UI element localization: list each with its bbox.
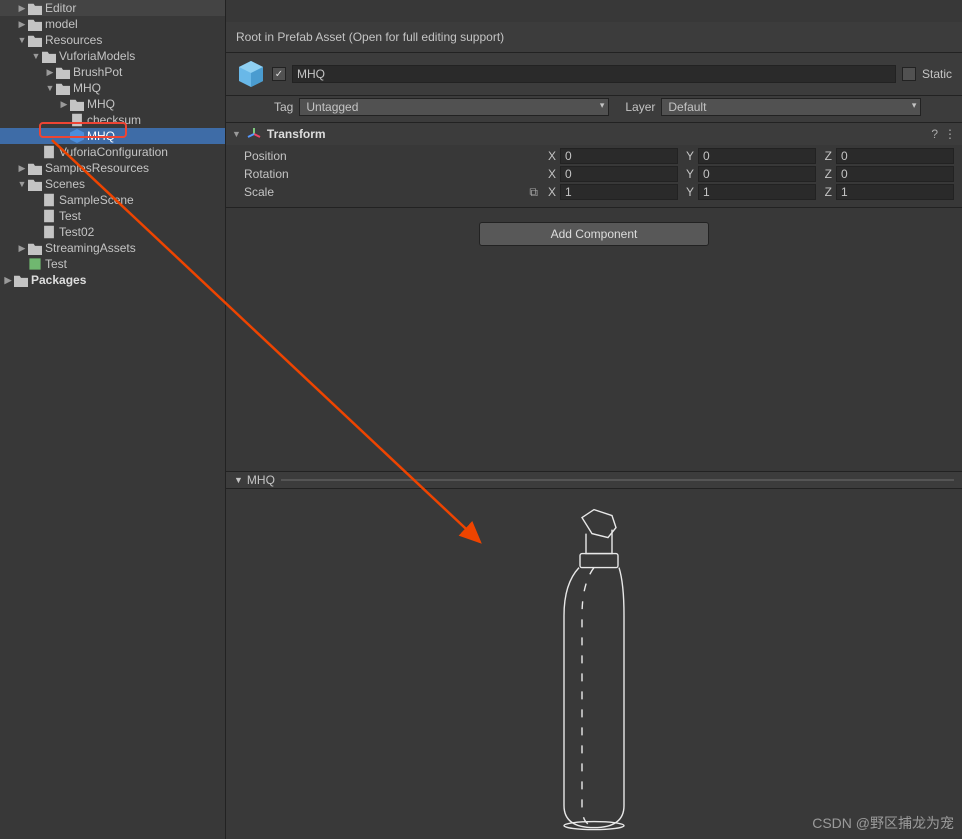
tree-label: Resources [45, 32, 102, 48]
position-y-field[interactable] [698, 148, 816, 164]
component-menu-icon[interactable]: ⋮ [944, 127, 956, 141]
tree-label: Scenes [45, 176, 85, 192]
tree-label: SamplesResources [45, 160, 149, 176]
scale-y-field[interactable] [698, 184, 816, 200]
tree-label: VuforiaConfiguration [59, 144, 168, 160]
tree-label: MHQ [87, 128, 115, 144]
folder-icon [14, 273, 28, 287]
tag-layer-row: Tag Untagged Layer Default [226, 96, 962, 123]
tree-item-mhq-prefab[interactable]: MHQ [0, 128, 225, 144]
scene-icon [42, 225, 56, 239]
transform-component: ▼ Transform ? ⋮ Position X Y Z [226, 123, 962, 208]
tree-label: Editor [45, 0, 76, 16]
position-row: Position X Y Z [226, 147, 962, 165]
active-checkbox[interactable]: ✓ [272, 67, 286, 81]
tree-item-test-asset[interactable]: Test [0, 256, 225, 272]
tree-item-brushpot[interactable]: ▶BrushPot [0, 64, 225, 80]
prefab-banner[interactable]: Root in Prefab Asset (Open for full edit… [226, 22, 962, 53]
tree-label: Test [45, 256, 67, 272]
bottle-wireframe-icon [534, 506, 654, 836]
tree-item-test-scene[interactable]: Test [0, 208, 225, 224]
scene-icon [42, 209, 56, 223]
tree-item-editor[interactable]: ▶Editor [0, 0, 225, 16]
transform-title: Transform [267, 127, 925, 141]
tree-item-samplescene[interactable]: SampleScene [0, 192, 225, 208]
tree-item-mhq-subfolder[interactable]: ▶MHQ [0, 96, 225, 112]
tree-label: SampleScene [59, 192, 134, 208]
tree-item-resources[interactable]: ▼Resources [0, 32, 225, 48]
add-component-button[interactable]: Add Component [479, 222, 709, 246]
tree-item-vuforiaconfig[interactable]: VuforiaConfiguration [0, 144, 225, 160]
tree-item-checksum[interactable]: checksum [0, 112, 225, 128]
tag-dropdown[interactable]: Untagged [299, 98, 609, 116]
tree-item-test02-scene[interactable]: Test02 [0, 224, 225, 240]
tree-label: StreamingAssets [45, 240, 136, 256]
tree-item-streamingassets[interactable]: ▶StreamingAssets [0, 240, 225, 256]
position-x-field[interactable] [560, 148, 678, 164]
position-z-field[interactable] [836, 148, 954, 164]
tree-label: model [45, 16, 78, 32]
project-tree[interactable]: ▶Editor ▶model ▼Resources ▼VuforiaModels… [0, 0, 226, 839]
file-icon [70, 113, 84, 127]
rotation-z-field[interactable] [836, 166, 954, 182]
static-label: Static [922, 67, 952, 81]
position-label: Position [244, 149, 374, 163]
scene-icon [42, 193, 56, 207]
tree-label: MHQ [87, 96, 115, 112]
folder-icon [42, 49, 56, 63]
tree-item-mhq-folder[interactable]: ▼MHQ [0, 80, 225, 96]
transform-icon [247, 127, 261, 141]
folder-icon [28, 161, 42, 175]
tree-label: Test [59, 208, 81, 224]
tree-label: Test02 [59, 224, 94, 240]
folder-icon [28, 33, 42, 47]
tree-item-scenes[interactable]: ▼Scenes [0, 176, 225, 192]
scale-row: Scale ⧉ X Y Z [226, 183, 962, 201]
tag-label: Tag [274, 100, 293, 114]
prefab-cube-icon [236, 59, 266, 89]
expand-arrow-icon: ▼ [232, 129, 241, 139]
transform-header[interactable]: ▼ Transform ? ⋮ [226, 123, 962, 145]
scale-x-field[interactable] [560, 184, 678, 200]
constrain-proportions-icon[interactable]: ⧉ [522, 185, 538, 200]
scale-z-field[interactable] [836, 184, 954, 200]
expand-arrow-icon: ▼ [234, 475, 243, 485]
rotation-row: Rotation X Y Z [226, 165, 962, 183]
prefab-icon [70, 129, 84, 143]
model-preview[interactable] [226, 489, 962, 839]
tree-item-packages[interactable]: ▶Packages [0, 272, 225, 288]
scale-label: Scale [244, 185, 374, 199]
tree-item-vuforiamodels[interactable]: ▼VuforiaModels [0, 48, 225, 64]
gameobject-name-field[interactable] [292, 65, 896, 83]
help-icon[interactable]: ? [931, 127, 938, 141]
tree-item-model[interactable]: ▶model [0, 16, 225, 32]
tree-label: VuforiaModels [59, 48, 135, 64]
divider [281, 479, 954, 481]
layer-label: Layer [625, 100, 655, 114]
rotation-label: Rotation [244, 167, 374, 181]
folder-icon [28, 17, 42, 31]
asset-icon [28, 257, 42, 271]
tree-label: Packages [31, 272, 86, 288]
folder-icon [56, 81, 70, 95]
rotation-y-field[interactable] [698, 166, 816, 182]
tree-label: MHQ [73, 80, 101, 96]
folder-icon [56, 65, 70, 79]
tree-label: BrushPot [73, 64, 122, 80]
preview-header[interactable]: ▼ MHQ [226, 471, 962, 489]
folder-icon [70, 97, 84, 111]
preview-title: MHQ [247, 473, 275, 487]
inspector-header: ✓ Static [226, 53, 962, 96]
tree-label: checksum [87, 112, 141, 128]
rotation-x-field[interactable] [560, 166, 678, 182]
tree-item-samplesresources[interactable]: ▶SamplesResources [0, 160, 225, 176]
folder-icon [28, 241, 42, 255]
config-icon [42, 145, 56, 159]
layer-dropdown[interactable]: Default [661, 98, 921, 116]
folder-icon [28, 177, 42, 191]
preview-section: ▼ MHQ [226, 471, 962, 839]
folder-icon [28, 1, 42, 15]
inspector-panel: Root in Prefab Asset (Open for full edit… [226, 0, 962, 839]
static-checkbox[interactable] [902, 67, 916, 81]
